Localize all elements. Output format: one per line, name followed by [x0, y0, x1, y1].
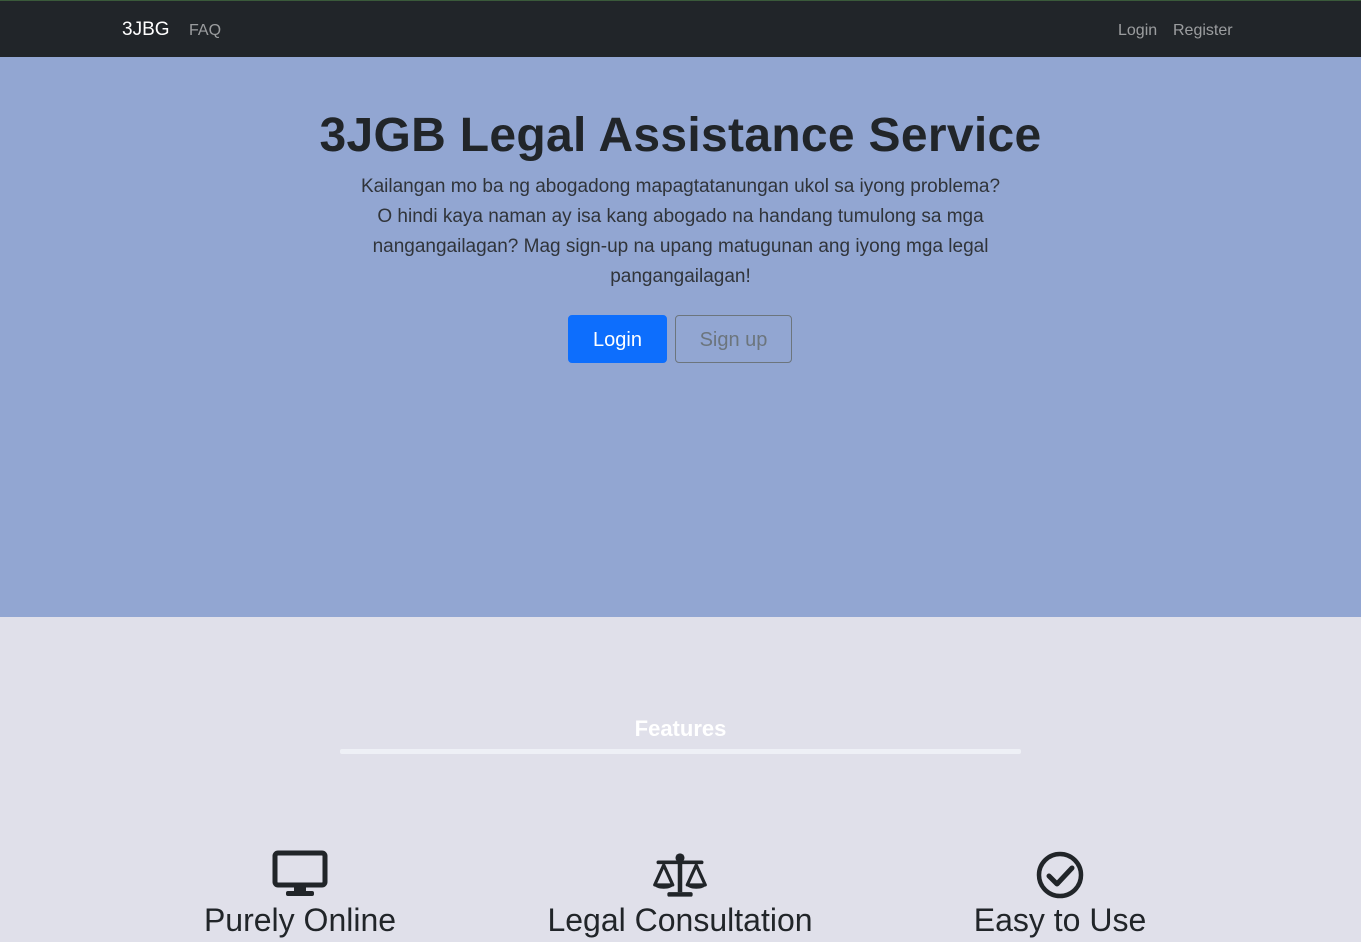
hero-section: 3JGB Legal Assistance Service Kailangan … — [0, 57, 1361, 617]
hero-login-button[interactable]: Login — [568, 315, 667, 363]
hero-wave-divider — [0, 540, 1361, 607]
scale-icon — [653, 853, 707, 897]
nav-link-faq[interactable]: FAQ — [189, 21, 221, 41]
features-divider — [340, 749, 1021, 754]
feature-purely-online: Purely Online — [110, 850, 490, 940]
hero-title: 3JGB Legal Assistance Service — [319, 109, 1042, 162]
feature-easy-to-use: Easy to Use — [870, 850, 1250, 940]
hero-signup-button[interactable]: Sign up — [675, 315, 792, 363]
feature-legal-consultation: Legal Consultation — [490, 850, 870, 940]
feature-title: Legal Consultation — [547, 902, 813, 938]
feature-title: Easy to Use — [973, 902, 1147, 938]
features-heading: Features — [634, 716, 727, 741]
nav-link-login[interactable]: Login — [1118, 21, 1157, 41]
check-circle-icon — [1036, 851, 1084, 899]
navbar-brand[interactable]: 3JBG — [122, 19, 170, 41]
feature-title: Purely Online — [203, 902, 397, 938]
top-navbar: 3JBG FAQ Login Register — [0, 0, 1361, 57]
nav-link-register[interactable]: Register — [1173, 21, 1233, 41]
monitor-icon — [272, 850, 328, 896]
hero-lead-text: Kailangan mo ba ng abogadong mapagtatanu… — [360, 176, 1001, 287]
